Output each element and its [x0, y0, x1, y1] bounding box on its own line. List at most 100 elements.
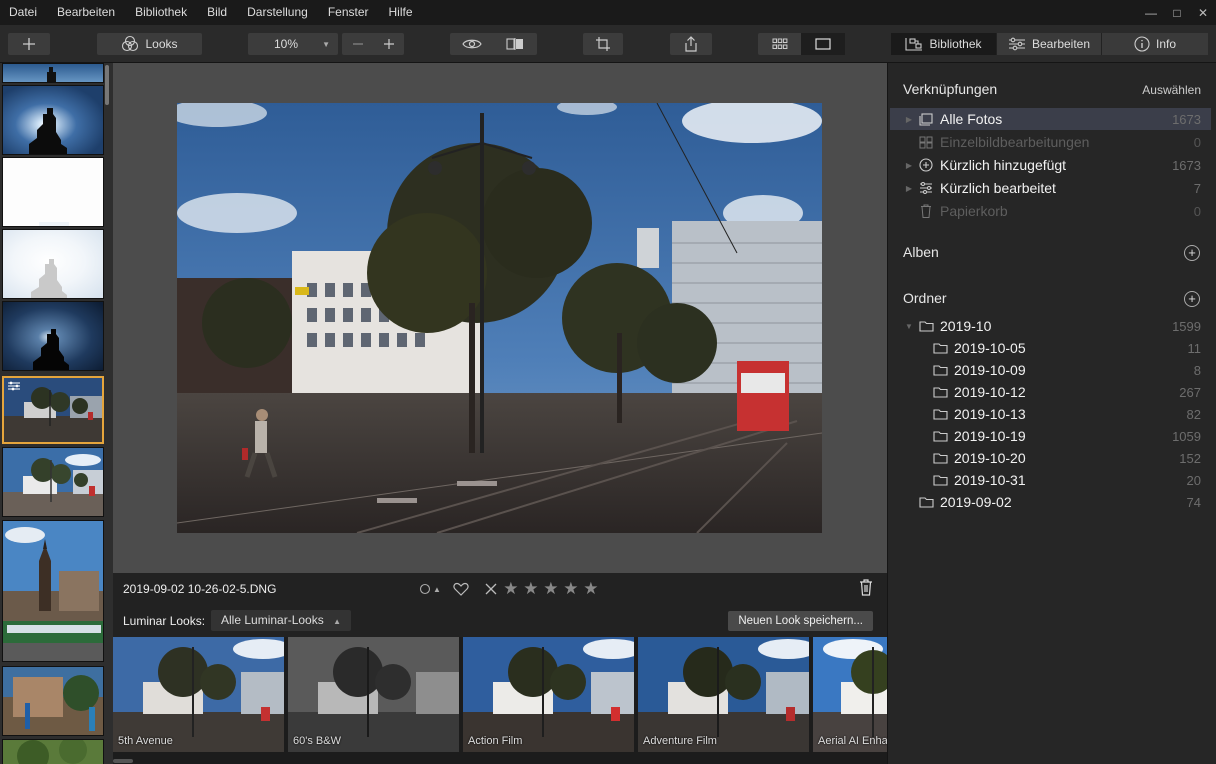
folder-icon — [917, 319, 935, 333]
shortcut-einzelbildbearbeitungen[interactable]: Einzelbildbearbeitungen 0 — [890, 131, 1211, 153]
look-thumb-adventure-film[interactable]: Adventure Film — [638, 637, 809, 752]
menu-bibliothek[interactable]: Bibliothek — [125, 0, 197, 25]
star-1[interactable]: ★ — [503, 579, 519, 599]
zoom-out-button[interactable] — [342, 33, 373, 55]
add-album-button[interactable]: + — [1184, 245, 1200, 261]
looks-strip-scrollbar[interactable] — [113, 759, 133, 763]
star-3[interactable]: ★ — [543, 579, 559, 599]
look-label-action-film: Action Film — [468, 735, 523, 747]
looks-button-label: Looks — [145, 37, 178, 51]
minimize-button[interactable]: — — [1138, 6, 1164, 20]
main-photo[interactable] — [177, 103, 822, 533]
shortcut-label: Einzelbildbearbeitungen — [940, 134, 1090, 150]
sliders-icon — [1008, 37, 1025, 51]
film-thumb-1[interactable] — [2, 63, 104, 83]
window-controls: — □ ✕ — [1138, 0, 1216, 25]
looks-strip: 5th Avenue 60's B&W Action Film Adventur… — [113, 637, 887, 764]
folder-label: 2019-10 — [940, 318, 992, 334]
film-thumb-9[interactable] — [2, 666, 104, 736]
zoom-buttons — [342, 33, 404, 55]
filmstrip — [0, 63, 113, 764]
menu-bild[interactable]: Bild — [197, 0, 237, 25]
add-photos-button[interactable] — [8, 33, 50, 55]
albums-title: Alben — [903, 244, 939, 260]
rating-bar: ▲ ★ ★ ★ ★ ★ — [419, 579, 599, 599]
menu-datei[interactable]: Datei — [0, 0, 47, 25]
layout-buttons — [758, 33, 845, 55]
look-thumb-60s-bw[interactable]: 60's B&W — [288, 637, 459, 752]
zoom-in-button[interactable] — [373, 33, 404, 55]
shortcuts-title: Verknüpfungen — [903, 81, 998, 97]
film-thumb-7[interactable] — [2, 447, 104, 517]
shortcut-alle-fotos[interactable]: ▶ Alle Fotos 1673 — [890, 108, 1211, 130]
look-thumb-aerial-ai-enhance[interactable]: Aerial AI Enhance — [813, 637, 887, 752]
folder-count: 267 — [1179, 384, 1201, 400]
folder-2019-10-12[interactable]: 2019-10-12 267 — [890, 381, 1211, 403]
folder-2019-10-09[interactable]: 2019-10-09 8 — [890, 359, 1211, 381]
maximize-button[interactable]: □ — [1164, 6, 1190, 20]
film-thumb-10[interactable] — [2, 739, 104, 764]
tab-bibliothek[interactable]: Bibliothek — [891, 33, 996, 55]
folder-count: 20 — [1186, 472, 1201, 488]
shortcut-count: 0 — [1193, 203, 1201, 219]
compare-button[interactable] — [493, 33, 537, 55]
shortcut-kuerzlich-hinzugefuegt[interactable]: ▶ Kürzlich hinzugefügt 1673 — [890, 154, 1211, 176]
film-thumb-4[interactable] — [2, 229, 104, 299]
shortcut-kuerzlich-bearbeitet[interactable]: ▶ Kürzlich bearbeitet 7 — [890, 177, 1211, 199]
heart-icon[interactable] — [453, 582, 469, 596]
film-thumb-5[interactable] — [2, 301, 104, 371]
add-folder-button[interactable]: + — [1184, 291, 1200, 307]
film-thumb-3[interactable] — [2, 157, 104, 227]
reject-x-icon[interactable] — [485, 583, 497, 595]
folder-label: 2019-10-19 — [954, 428, 1026, 444]
folder-2019-10-31[interactable]: 2019-10-31 20 — [890, 469, 1211, 491]
look-thumb-action-film[interactable]: Action Film — [463, 637, 634, 752]
crop-button[interactable] — [583, 33, 623, 55]
recently-edited-icon — [917, 181, 935, 195]
folder-icon — [931, 429, 949, 443]
close-window-button[interactable]: ✕ — [1190, 6, 1216, 20]
shortcut-papierkorb[interactable]: Papierkorb 0 — [890, 200, 1211, 222]
look-label-aerial-ai-enhance: Aerial AI Enhance — [818, 735, 887, 747]
look-label-5th-avenue: 5th Avenue — [118, 735, 173, 747]
star-2[interactable]: ★ — [523, 579, 539, 599]
looks-button[interactable]: Looks — [97, 33, 202, 55]
tab-info[interactable]: Info — [1102, 33, 1208, 55]
zoom-select[interactable]: 10% ▼ — [248, 33, 338, 55]
menu-hilfe[interactable]: Hilfe — [379, 0, 423, 25]
collapse-arrow-icon: ▼ — [905, 321, 913, 331]
grid-view-button[interactable] — [758, 33, 801, 55]
star-4[interactable]: ★ — [563, 579, 579, 599]
folder-2019-10[interactable]: ▼ 2019-10 1599 — [890, 315, 1211, 337]
menu-fenster[interactable]: Fenster — [318, 0, 379, 25]
folder-count: 1599 — [1172, 318, 1201, 334]
filmstrip-scrollbar[interactable] — [105, 65, 109, 105]
menu-bearbeiten[interactable]: Bearbeiten — [47, 0, 125, 25]
tab-bearbeiten[interactable]: Bearbeiten — [996, 33, 1102, 55]
select-button[interactable]: Auswählen — [1142, 83, 1201, 97]
looks-collection-select[interactable]: Alle Luminar-Looks ▲ — [211, 610, 351, 631]
save-look-button[interactable]: Neuen Look speichern... — [728, 611, 873, 631]
folder-2019-10-13[interactable]: 2019-10-13 82 — [890, 403, 1211, 425]
film-thumb-6-selected[interactable] — [2, 376, 104, 444]
view-mode-buttons — [450, 33, 537, 55]
folder-2019-09-02[interactable]: 2019-09-02 74 — [890, 491, 1211, 513]
star-5[interactable]: ★ — [583, 579, 599, 599]
color-label-button[interactable]: ▲ — [419, 583, 441, 595]
share-button[interactable] — [670, 33, 712, 55]
menu-darstellung[interactable]: Darstellung — [237, 0, 318, 25]
shortcut-label: Kürzlich bearbeitet — [940, 180, 1056, 196]
trash-icon[interactable] — [859, 579, 873, 596]
photos-icon — [917, 112, 935, 126]
preview-button[interactable] — [450, 33, 493, 55]
look-thumb-5th-avenue[interactable]: 5th Avenue — [113, 637, 284, 752]
folder-2019-10-19[interactable]: 2019-10-19 1059 — [890, 425, 1211, 447]
single-view-button[interactable] — [801, 33, 845, 55]
folder-icon — [931, 451, 949, 465]
folder-2019-10-05[interactable]: 2019-10-05 11 — [890, 337, 1211, 359]
toolbar: Looks 10% ▼ Bibliothek Bearbeiten Info — [0, 25, 1216, 63]
film-thumb-8[interactable] — [2, 520, 104, 662]
film-thumb-2[interactable] — [2, 85, 104, 155]
folder-2019-10-20[interactable]: 2019-10-20 152 — [890, 447, 1211, 469]
share-icon — [685, 36, 697, 52]
